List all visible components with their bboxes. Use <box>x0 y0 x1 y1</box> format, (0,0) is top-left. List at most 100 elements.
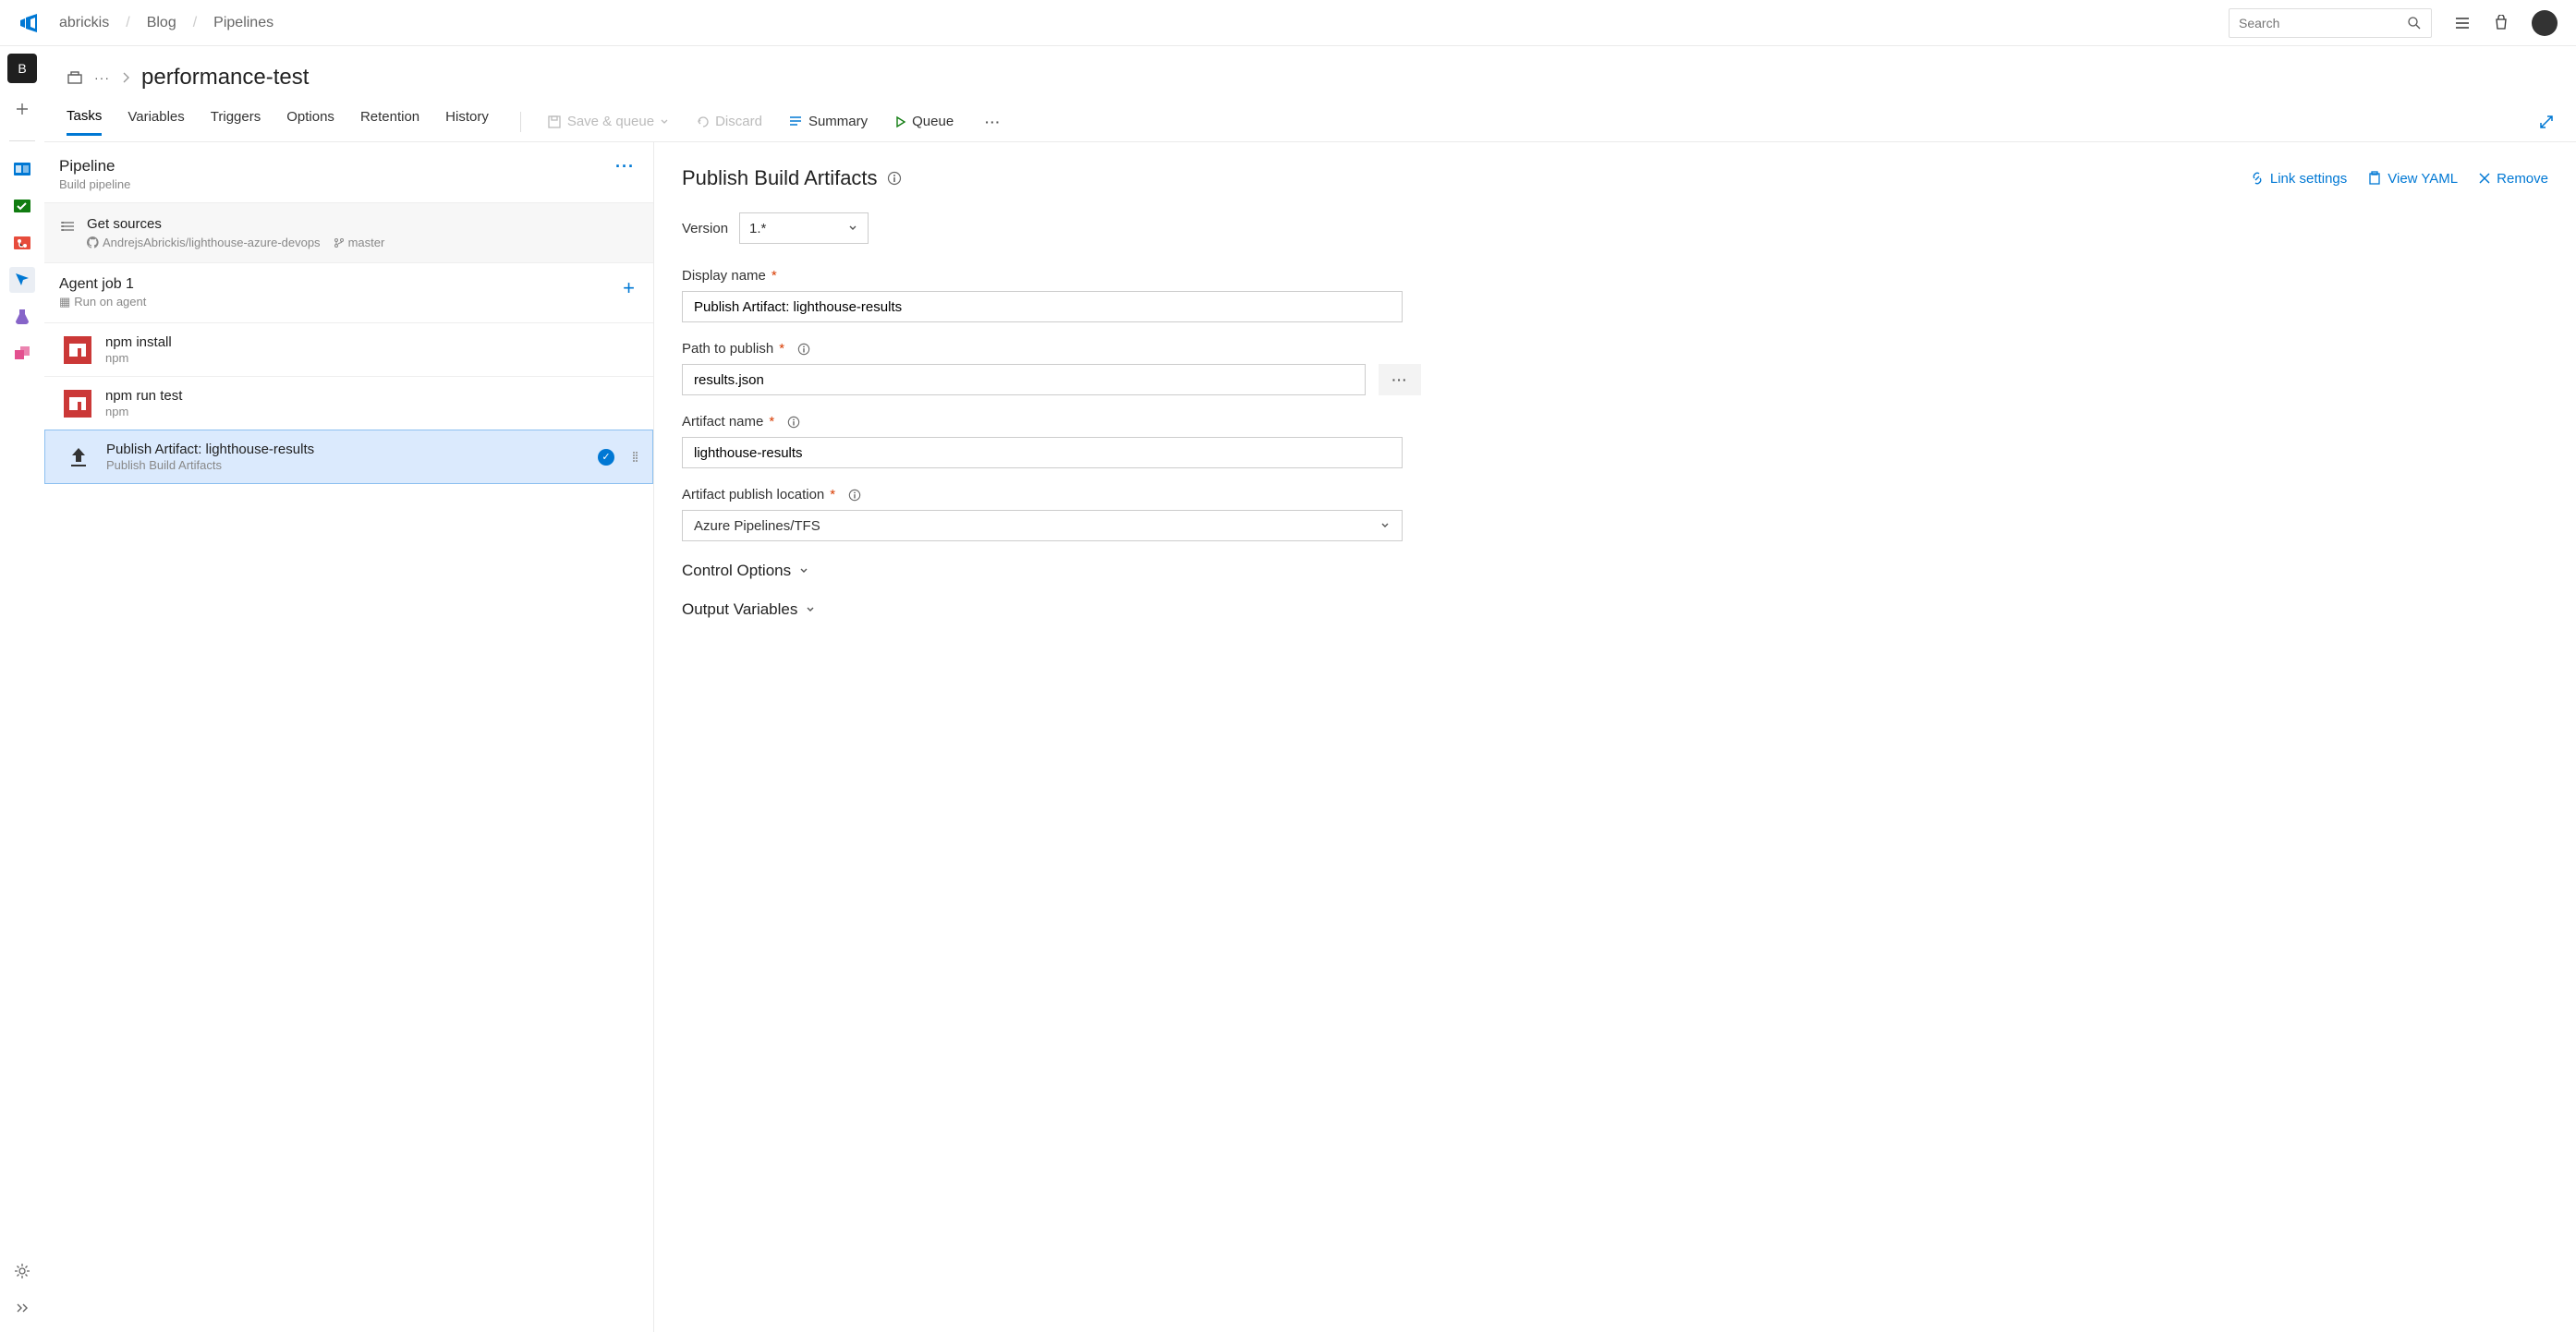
chevron-down-icon <box>805 604 816 615</box>
summary-button[interactable]: Summary <box>788 114 868 129</box>
pipeline-root-icon[interactable] <box>67 69 83 86</box>
breadcrumb: abrickis / Blog / Pipelines <box>59 15 273 31</box>
publish-location-label: Artifact publish location* <box>682 487 2548 503</box>
marketplace-icon[interactable] <box>2493 15 2509 31</box>
new-project-button[interactable] <box>7 94 37 124</box>
view-yaml-button[interactable]: View YAML <box>2367 171 2458 187</box>
repos-icon[interactable] <box>9 230 35 256</box>
link-icon <box>2250 171 2265 186</box>
queue-button[interactable]: Queue <box>893 114 954 129</box>
save-icon <box>547 115 562 129</box>
list-icon[interactable] <box>2454 15 2471 31</box>
pipeline-node[interactable]: Pipeline Build pipeline ··· <box>44 142 653 202</box>
npm-icon <box>63 389 92 418</box>
left-nav-rail: B <box>0 46 44 1332</box>
search-icon[interactable] <box>2407 16 2422 30</box>
task-item-npm-install[interactable]: npm install npm <box>44 322 653 376</box>
info-icon[interactable] <box>797 343 810 356</box>
output-variables-toggle[interactable]: Output Variables <box>682 600 2548 619</box>
get-sources-title: Get sources <box>87 216 384 232</box>
settings-icon[interactable] <box>9 1258 35 1284</box>
drag-handle-icon[interactable] <box>633 452 638 462</box>
tab-history[interactable]: History <box>445 109 489 134</box>
search-box[interactable] <box>2229 8 2432 38</box>
overview-icon[interactable] <box>9 156 35 182</box>
branch-icon <box>334 237 345 248</box>
azure-devops-logo-icon[interactable] <box>18 12 41 34</box>
boards-icon[interactable] <box>9 193 35 219</box>
repo-name: AndrejsAbrickis/lighthouse-azure-devops <box>103 236 321 249</box>
project-badge[interactable]: B <box>7 54 37 83</box>
tab-variables[interactable]: Variables <box>128 109 184 134</box>
display-name-input[interactable] <box>682 291 1403 322</box>
chevron-down-icon <box>847 223 858 234</box>
task-subtitle: Publish Build Artifacts <box>106 458 585 472</box>
task-title: npm run test <box>105 388 638 404</box>
upload-icon <box>64 442 93 472</box>
tab-triggers[interactable]: Triggers <box>211 109 261 134</box>
page-title: performance-test <box>141 65 309 91</box>
task-subtitle: npm <box>105 351 638 365</box>
search-input[interactable] <box>2239 16 2407 30</box>
close-icon <box>2478 172 2491 185</box>
breadcrumb-section[interactable]: Pipelines <box>213 15 273 31</box>
breadcrumb-separator: / <box>193 15 197 31</box>
test-plans-icon[interactable] <box>9 304 35 330</box>
pipeline-more-icon[interactable]: ··· <box>615 157 635 176</box>
branch-name: master <box>348 236 385 249</box>
github-icon <box>87 236 99 248</box>
pipeline-node-subtitle: Build pipeline <box>59 177 615 191</box>
chevron-down-icon <box>660 117 669 127</box>
get-sources-node[interactable]: Get sources AndrejsAbrickis/lighthouse-a… <box>44 202 653 263</box>
main-content: ··· performance-test Tasks Variables Tri… <box>44 46 2576 1332</box>
task-item-npm-run-test[interactable]: npm run test npm <box>44 376 653 430</box>
pipeline-tree: Pipeline Build pipeline ··· Get sources … <box>44 142 654 1332</box>
undo-icon <box>695 115 710 129</box>
version-select[interactable]: 1.* <box>739 212 869 244</box>
task-title: Publish Artifact: lighthouse-results <box>106 442 585 457</box>
discard-button[interactable]: Discard <box>695 114 762 129</box>
top-header: abrickis / Blog / Pipelines <box>0 0 2576 46</box>
task-details-title: Publish Build Artifacts <box>682 166 878 190</box>
tab-retention[interactable]: Retention <box>360 109 419 134</box>
info-icon[interactable] <box>848 489 861 502</box>
artifacts-icon[interactable] <box>9 341 35 367</box>
task-title: npm install <box>105 334 638 350</box>
path-to-publish-label: Path to publish* <box>682 341 2548 357</box>
artifact-name-input[interactable] <box>682 437 1403 468</box>
artifact-name-label: Artifact name* <box>682 414 2548 430</box>
chevron-down-icon <box>798 565 809 576</box>
agent-job-node[interactable]: Agent job 1 ▦Run on agent + <box>44 263 653 322</box>
sources-icon <box>59 216 76 249</box>
task-item-publish-artifact[interactable]: Publish Artifact: lighthouse-results Pub… <box>44 430 653 484</box>
pipelines-icon[interactable] <box>9 267 35 293</box>
breadcrumb-project[interactable]: Blog <box>147 15 176 31</box>
breadcrumb-org[interactable]: abrickis <box>59 15 109 31</box>
expand-collapse-rail-icon[interactable] <box>9 1295 35 1321</box>
fullscreen-icon[interactable] <box>2539 115 2554 129</box>
tab-options[interactable]: Options <box>286 109 334 134</box>
summary-icon <box>788 115 803 129</box>
user-avatar[interactable] <box>2532 10 2558 36</box>
path-to-publish-input[interactable] <box>682 364 1366 395</box>
version-label: Version <box>682 221 728 236</box>
page-header: ··· performance-test <box>44 46 2576 102</box>
npm-icon <box>63 335 92 365</box>
remove-button[interactable]: Remove <box>2478 171 2548 187</box>
agent-icon: ▦ <box>59 295 70 309</box>
browse-button[interactable]: ··· <box>1379 364 1421 395</box>
publish-location-select[interactable]: Azure Pipelines/TFS <box>682 510 1403 541</box>
link-settings-button[interactable]: Link settings <box>2250 171 2347 187</box>
add-task-button[interactable]: + <box>623 276 638 300</box>
breadcrumb-more-icon[interactable]: ··· <box>94 70 110 85</box>
chevron-down-icon <box>1379 520 1391 531</box>
info-icon[interactable] <box>887 171 902 186</box>
control-options-toggle[interactable]: Control Options <box>682 562 2548 580</box>
breadcrumb-separator: / <box>126 15 129 31</box>
save-queue-button[interactable]: Save & queue <box>547 114 669 129</box>
more-actions-button[interactable]: ··· <box>979 115 1006 129</box>
agent-job-title: Agent job 1 <box>59 276 623 293</box>
info-icon[interactable] <box>787 416 800 429</box>
tab-bar: Tasks Variables Triggers Options Retenti… <box>44 102 2576 142</box>
tab-tasks[interactable]: Tasks <box>67 108 102 136</box>
